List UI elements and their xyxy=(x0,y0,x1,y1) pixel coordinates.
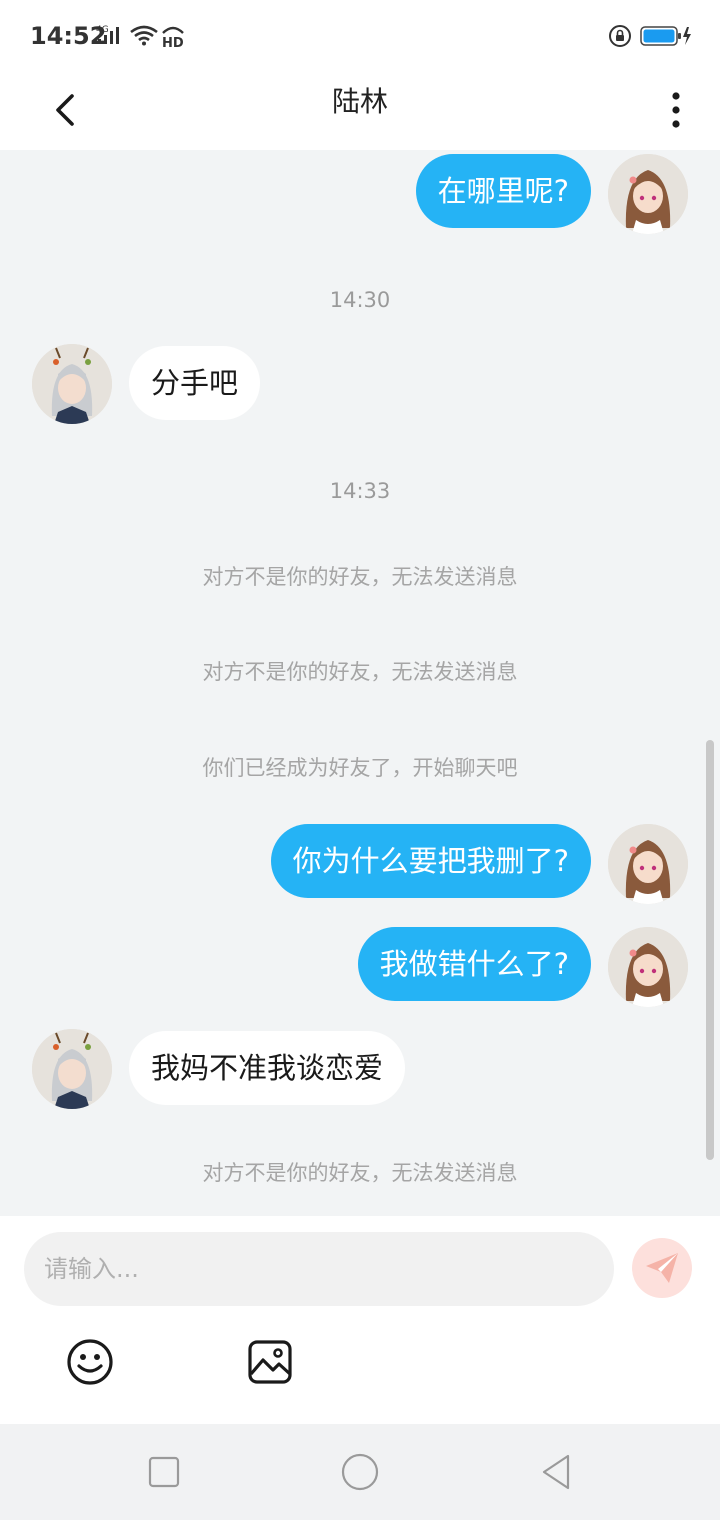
back-icon xyxy=(542,1454,570,1490)
vertical-dots-icon xyxy=(672,92,680,128)
girl-avatar-icon xyxy=(608,824,688,904)
outgoing-message-bubble[interactable]: 在哪里呢? xyxy=(415,154,591,228)
system-message: 对方不是你的好友，无法发送消息 xyxy=(202,660,518,684)
home-button[interactable] xyxy=(340,1452,380,1492)
hd-icon: HD xyxy=(160,23,186,53)
message-row-incoming: 分手吧 xyxy=(0,344,720,426)
image-picker-button[interactable] xyxy=(246,1338,294,1386)
rotation-lock-icon xyxy=(608,24,632,52)
hd-label: HD xyxy=(162,36,184,49)
chat-title: 陆林 xyxy=(331,85,388,118)
system-message: 你们已经成为好友了，开始聊天吧 xyxy=(202,756,518,780)
contact-avatar[interactable] xyxy=(32,1029,112,1109)
incoming-message-bubble[interactable]: 分手吧 xyxy=(129,346,261,420)
my-avatar[interactable] xyxy=(608,824,688,904)
message-list[interactable]: 在哪里呢? 14:30 分手吧 14:33 对方不是你的好友，无法发送消息 对方… xyxy=(0,150,720,1216)
scrollbar[interactable] xyxy=(706,740,714,1160)
home-icon xyxy=(341,1453,379,1491)
recent-apps-button[interactable] xyxy=(146,1454,182,1490)
nav-back-button[interactable] xyxy=(538,1452,574,1492)
battery-charging-icon xyxy=(640,25,692,51)
send-button[interactable] xyxy=(632,1238,692,1298)
chevron-left-icon xyxy=(56,94,74,126)
chat-header: 陆林 xyxy=(0,72,720,150)
my-avatar[interactable] xyxy=(608,154,688,234)
chat-screen: 14:52 4G HD 陆林 在哪里呢? 14:30 分手吧 14:33 对方不… xyxy=(0,0,720,1520)
system-nav-bar xyxy=(0,1424,720,1520)
girl-avatar-icon xyxy=(608,154,688,234)
network-label: 4G xyxy=(96,25,109,35)
contact-avatar[interactable] xyxy=(32,344,112,424)
more-options-button[interactable] xyxy=(660,80,692,140)
boy-avatar-icon xyxy=(32,1029,112,1109)
message-row-outgoing: 我做错什么了? xyxy=(0,926,720,1008)
status-time: 14:52 xyxy=(30,22,107,50)
recent-apps-icon xyxy=(148,1456,180,1488)
my-avatar[interactable] xyxy=(608,927,688,1007)
input-panel xyxy=(0,1216,720,1424)
send-plane-icon xyxy=(646,1253,678,1283)
outgoing-message-bubble[interactable]: 你为什么要把我删了? xyxy=(270,824,591,898)
emoji-button[interactable] xyxy=(66,1338,114,1386)
wifi-icon xyxy=(129,24,159,50)
outgoing-message-bubble[interactable]: 我做错什么了? xyxy=(357,927,591,1001)
message-row-outgoing: 你为什么要把我删了? xyxy=(0,823,720,905)
message-timestamp: 14:30 xyxy=(329,288,391,312)
message-input[interactable] xyxy=(24,1232,614,1306)
cellular-signal-icon: 4G xyxy=(96,24,122,50)
status-bar: 14:52 4G HD xyxy=(0,0,720,72)
message-row-outgoing: 在哪里呢? xyxy=(0,153,720,235)
incoming-message-bubble[interactable]: 我妈不准我谈恋爱 xyxy=(129,1031,406,1105)
boy-avatar-icon xyxy=(32,344,112,424)
girl-avatar-icon xyxy=(608,927,688,1007)
message-timestamp: 14:33 xyxy=(329,479,391,503)
emoji-smile-icon xyxy=(67,1339,113,1385)
image-picture-icon xyxy=(248,1340,292,1384)
system-message: 对方不是你的好友，无法发送消息 xyxy=(202,565,518,589)
system-message: 对方不是你的好友，无法发送消息 xyxy=(202,1161,518,1185)
message-row-incoming: 我妈不准我谈恋爱 xyxy=(0,1029,720,1111)
back-button[interactable] xyxy=(42,82,90,138)
